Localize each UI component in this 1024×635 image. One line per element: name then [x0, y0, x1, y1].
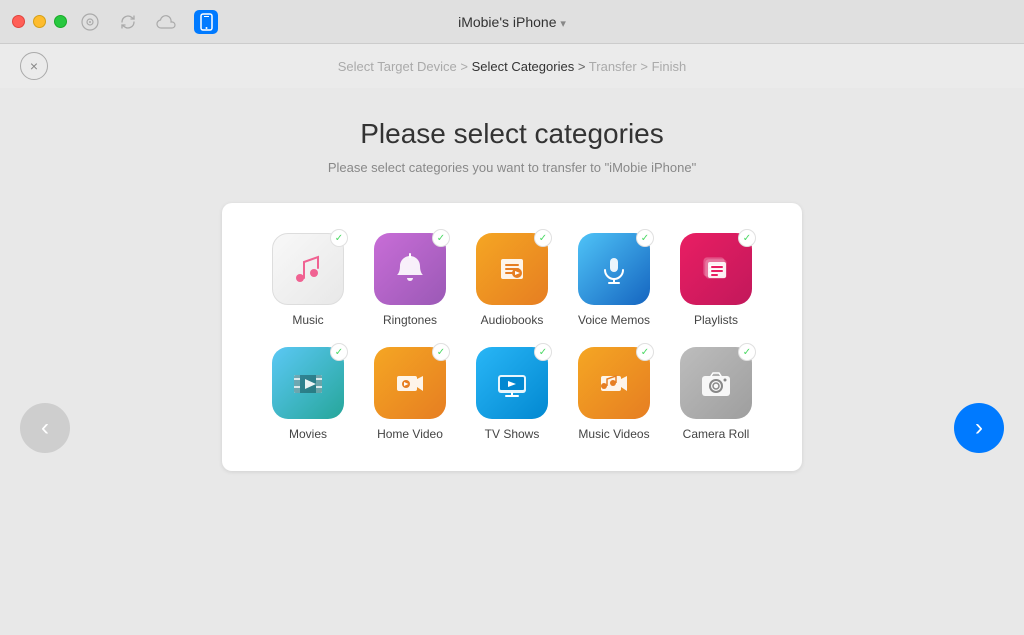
- category-label: Movies: [289, 427, 327, 441]
- close-traffic-light[interactable]: [12, 15, 25, 28]
- cloud-icon: [156, 12, 176, 32]
- category-item-voicememos[interactable]: ✓ Voice Memos: [568, 233, 660, 327]
- breadcrumb: Select Target Device > Select Categories…: [338, 59, 687, 74]
- chevron-right-icon: ›: [975, 416, 983, 440]
- title-bar-icons: [80, 10, 218, 34]
- nav-next-button[interactable]: ›: [954, 403, 1004, 453]
- category-icon-wrapper: ✓: [272, 233, 344, 305]
- minimize-traffic-light[interactable]: [33, 15, 46, 28]
- category-item-music[interactable]: ✓ Music: [262, 233, 354, 327]
- fullscreen-traffic-light[interactable]: [54, 15, 67, 28]
- category-item-movies[interactable]: ✓ Movies: [262, 347, 354, 441]
- category-item-tvshows[interactable]: ✓ TV Shows: [466, 347, 558, 441]
- check-badge: ✓: [330, 343, 348, 361]
- page-subtitle: Please select categories you want to tra…: [328, 160, 696, 175]
- check-badge: ✓: [432, 229, 450, 247]
- category-label: Playlists: [694, 313, 738, 327]
- music-icon: [80, 12, 100, 32]
- category-item-cameraroll[interactable]: ✓ Camera Roll: [670, 347, 762, 441]
- category-label: TV Shows: [485, 427, 540, 441]
- category-label: Music: [292, 313, 323, 327]
- nav-prev-button[interactable]: ‹: [20, 403, 70, 453]
- category-icon-wrapper: ✓: [476, 233, 548, 305]
- category-icon-wrapper: ✓: [680, 233, 752, 305]
- category-label: Audiobooks: [481, 313, 544, 327]
- category-item-homevideo[interactable]: ✓ Home Video: [364, 347, 456, 441]
- main-content: Please select categories Please select c…: [0, 88, 1024, 471]
- breadcrumb-step2: Select Categories: [472, 59, 575, 74]
- category-item-playlists[interactable]: ✓ Playlists: [670, 233, 762, 327]
- check-badge: ✓: [432, 343, 450, 361]
- refresh-icon: [118, 12, 138, 32]
- category-label: Ringtones: [383, 313, 437, 327]
- check-badge: ✓: [738, 229, 756, 247]
- check-badge: ✓: [534, 343, 552, 361]
- check-badge: ✓: [534, 229, 552, 247]
- check-badge: ✓: [330, 229, 348, 247]
- category-icon-wrapper: ✓: [374, 233, 446, 305]
- category-item-musicvideos[interactable]: ✓ Music Videos: [568, 347, 660, 441]
- chevron-left-icon: ‹: [41, 416, 49, 440]
- check-badge: ✓: [738, 343, 756, 361]
- page-title: Please select categories: [360, 118, 664, 150]
- category-item-audiobooks[interactable]: ✓ Audiobooks: [466, 233, 558, 327]
- breadcrumb-step4: Finish: [652, 59, 687, 74]
- traffic-lights: [12, 15, 67, 28]
- category-label: Home Video: [377, 427, 443, 441]
- breadcrumb-bar: × Select Target Device > Select Categori…: [0, 44, 1024, 88]
- category-icon-wrapper: ✓: [578, 347, 650, 419]
- category-label: Voice Memos: [578, 313, 650, 327]
- category-icon-wrapper: ✓: [476, 347, 548, 419]
- category-icon-wrapper: ✓: [272, 347, 344, 419]
- category-icon-wrapper: ✓: [680, 347, 752, 419]
- category-icon-wrapper: ✓: [578, 233, 650, 305]
- breadcrumb-step3: Transfer: [589, 59, 637, 74]
- title-bar: iMobie's iPhone ▾: [0, 0, 1024, 44]
- category-container: ✓ Music ✓ Ringtones ✓ Audiobooks: [222, 203, 802, 471]
- window-title: iMobie's iPhone ▾: [458, 14, 566, 30]
- check-badge: ✓: [636, 343, 654, 361]
- category-label: Music Videos: [578, 427, 649, 441]
- category-label: Camera Roll: [683, 427, 750, 441]
- category-grid: ✓ Music ✓ Ringtones ✓ Audiobooks: [262, 233, 762, 441]
- breadcrumb-step1: Select Target Device: [338, 59, 457, 74]
- device-icon[interactable]: [194, 10, 218, 34]
- category-icon-wrapper: ✓: [374, 347, 446, 419]
- check-badge: ✓: [636, 229, 654, 247]
- close-button[interactable]: ×: [20, 52, 48, 80]
- category-item-ringtones[interactable]: ✓ Ringtones: [364, 233, 456, 327]
